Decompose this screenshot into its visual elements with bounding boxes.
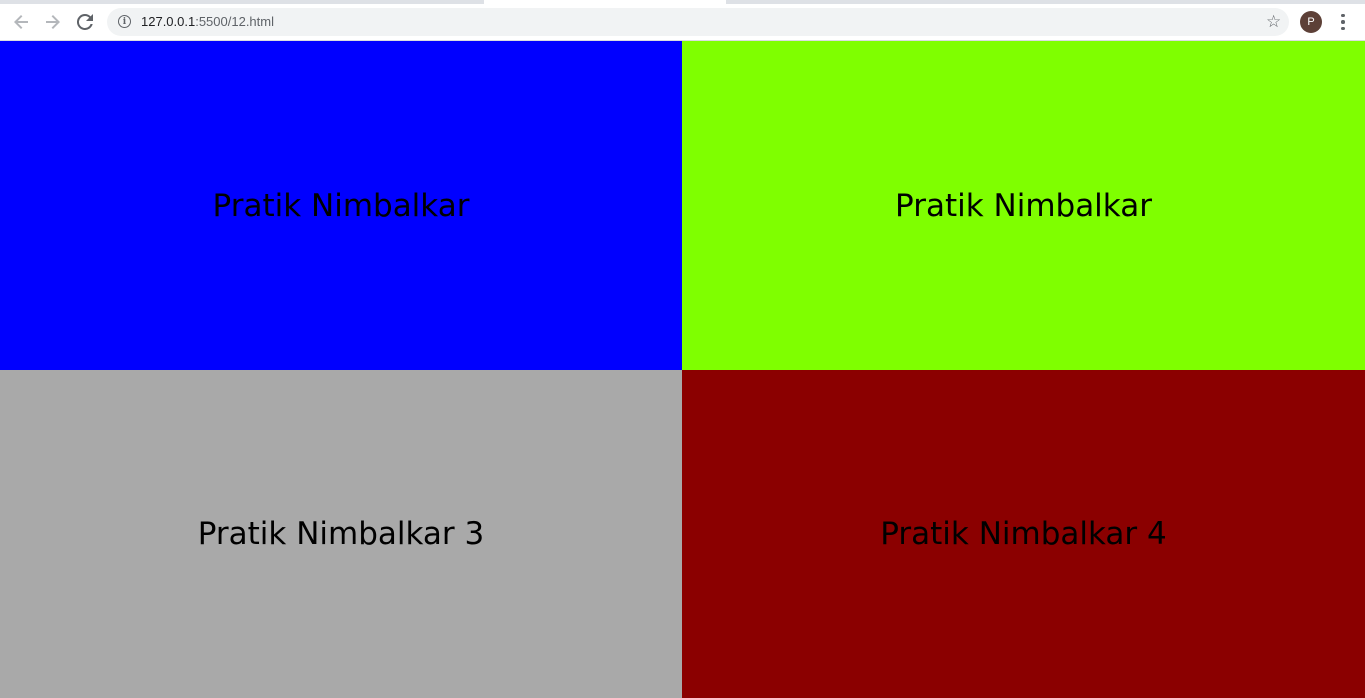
box-1: Pratik Nimbalkar (0, 41, 682, 370)
forward-button[interactable] (41, 10, 65, 34)
reload-button[interactable] (73, 10, 97, 34)
arrow-right-icon (46, 15, 60, 29)
box-3-label: Pratik Nimbalkar 3 (197, 516, 485, 552)
star-icon[interactable]: ☆ (1266, 12, 1281, 32)
profile-initial: P (1307, 16, 1315, 28)
url-text[interactable]: 127.0.0.1:5500/12.html (141, 14, 274, 29)
more-vert-icon[interactable] (1334, 11, 1352, 33)
tab-strip (0, 0, 1365, 4)
box-3: Pratik Nimbalkar 3 (0, 370, 682, 698)
box-4-label: Pratik Nimbalkar 4 (880, 516, 1167, 552)
back-button[interactable] (9, 10, 33, 34)
info-icon[interactable]: i (118, 15, 131, 28)
address-bar[interactable]: i 127.0.0.1:5500/12.html ☆ (107, 8, 1289, 36)
box-2: Pratik Nimbalkar (682, 41, 1365, 370)
color-grid: Pratik Nimbalkar Pratik Nimbalkar Pratik… (0, 41, 1365, 698)
box-4: Pratik Nimbalkar 4 (682, 370, 1365, 698)
url-path: :5500/12.html (195, 14, 274, 29)
arrow-left-icon (14, 15, 28, 29)
reload-icon (77, 14, 93, 30)
active-tab[interactable] (484, 0, 726, 4)
url-host: 127.0.0.1 (141, 14, 196, 29)
box-2-label: Pratik Nimbalkar (895, 187, 1152, 224)
browser-toolbar: i 127.0.0.1:5500/12.html ☆ P (0, 0, 1365, 41)
profile-avatar[interactable]: P (1300, 11, 1322, 33)
box-1-label: Pratik Nimbalkar (212, 187, 470, 224)
